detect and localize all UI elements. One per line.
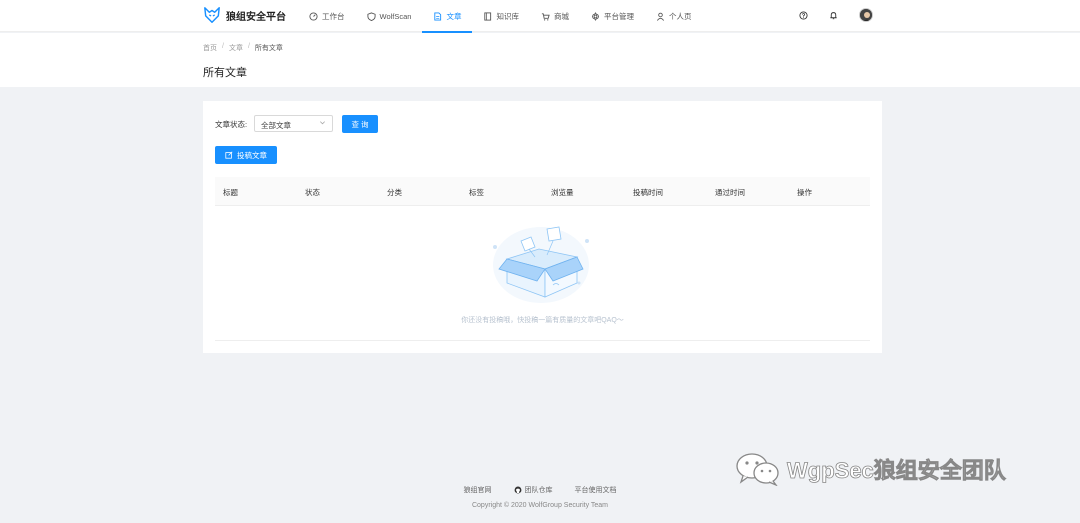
footer-link-label: 平台使用文档 — [574, 487, 617, 494]
nav-item-label: WolfScan — [379, 11, 412, 21]
nav-item-label: 文章 — [446, 11, 462, 21]
bell-icon — [826, 8, 840, 22]
nav-item-profile[interactable]: 个人页 — [645, 0, 703, 32]
column-header-title: 标题 — [223, 188, 238, 197]
breadcrumb-separator: / — [247, 43, 250, 50]
footer-link-label: 狼组官网 — [463, 487, 492, 494]
main-nav: 工作台 WolfScan 文章 知识库 商城 平台管理 个人页 — [298, 0, 703, 33]
column-header-category: 分类 — [387, 188, 402, 197]
brand-name: 狼组安全平台 — [226, 11, 286, 23]
wechat-icon — [736, 453, 779, 486]
column-header-submit-time: 投稿时间 — [633, 188, 663, 197]
breadcrumb-separator: / — [222, 43, 224, 50]
nav-item-articles[interactable]: 文章 — [422, 0, 473, 33]
column-header-status: 状态 — [305, 188, 320, 197]
nav-item-dashboard[interactable]: 工作台 — [298, 0, 356, 32]
breadcrumb-current: 所有文章 — [254, 45, 283, 52]
avatar[interactable] — [859, 8, 873, 22]
status-select[interactable]: 全部文章 — [254, 115, 333, 132]
footer-link-label: 团队仓库 — [524, 487, 553, 494]
column-header-tags: 标签 — [469, 188, 484, 197]
help-button[interactable] — [796, 8, 810, 22]
empty-box-illustration — [493, 226, 589, 303]
page-header: 首页 / 文章 / 所有文章 所有文章 — [0, 33, 1080, 87]
status-filter-label: 文章状态: — [215, 120, 248, 129]
footer-links: 狼组官网 团队仓库 平台使用文档 — [0, 485, 1080, 495]
nav-item-label: 知识库 — [496, 11, 519, 21]
notifications-button[interactable] — [826, 8, 840, 22]
breadcrumb-section[interactable]: 文章 — [229, 43, 243, 53]
nav-item-label: 个人页 — [668, 11, 692, 21]
table-header: 标题 状态 分类 标签 浏览量 投稿时间 通过时间 操作 — [215, 177, 870, 206]
nav-item-knowledge[interactable]: 知识库 — [472, 0, 530, 32]
brand-logo[interactable]: 狼组安全平台 — [203, 6, 286, 24]
breadcrumb: 首页 / 文章 / 所有文章 — [203, 43, 283, 53]
book-icon — [484, 11, 492, 21]
help-icon — [796, 8, 810, 22]
shield-icon — [366, 11, 376, 21]
empty-state-text: 你还没有投稿哦，快投稿一篇有质量的文章吧QAQ～ — [461, 317, 624, 324]
query-button-label: 查 询 — [351, 119, 369, 129]
cart-icon — [541, 12, 550, 20]
table-empty-state: 你还没有投稿哦，快投稿一篇有质量的文章吧QAQ～ — [215, 207, 870, 341]
edit-icon — [225, 151, 233, 159]
wolf-logo-icon — [204, 7, 220, 23]
nav-item-label: 工作台 — [322, 11, 345, 21]
submit-article-button[interactable]: 投稿文章 — [215, 146, 277, 164]
column-header-approve-time: 通过时间 — [715, 188, 745, 197]
footer-link-team-repo[interactable]: 团队仓库 — [514, 485, 553, 495]
nav-item-shop[interactable]: 商城 — [530, 0, 580, 32]
footer-link-official-site[interactable]: 狼组官网 — [464, 485, 492, 495]
copyright: Copyright © 2020 WolfGroup Security Team — [471, 502, 609, 509]
nav-item-wolfscan[interactable]: WolfScan — [356, 0, 423, 32]
settings-icon — [591, 11, 600, 21]
status-select-value: 全部文章 — [261, 121, 291, 130]
page-title: 所有文章 — [203, 67, 247, 79]
chevron-down-icon — [319, 119, 326, 128]
breadcrumb-home[interactable]: 首页 — [203, 43, 217, 53]
articles-card: 文章状态: 全部文章 查 询 投稿文章 标题 状态 分类 标签 浏览量 投稿时间… — [203, 101, 882, 353]
query-button[interactable]: 查 询 — [342, 115, 378, 133]
user-icon — [656, 12, 664, 21]
nav-item-label: 商城 — [553, 11, 569, 21]
column-header-actions: 操作 — [797, 188, 812, 197]
nav-item-admin[interactable]: 平台管理 — [580, 0, 645, 32]
watermark-text: WgpSec狼组安全团队 — [787, 458, 1007, 484]
footer-link-docs[interactable]: 平台使用文档 — [575, 485, 617, 495]
column-header-views: 浏览量 — [551, 188, 574, 197]
document-icon — [434, 11, 442, 21]
watermark: WgpSec狼组安全团队 — [735, 452, 1006, 486]
dashboard-icon — [309, 11, 318, 21]
top-navbar: 狼组安全平台 工作台 WolfScan 文章 知识库 商城 平台管理 个人页 — [0, 0, 1080, 33]
submit-article-label: 投稿文章 — [237, 150, 267, 160]
github-icon — [514, 486, 521, 494]
nav-item-label: 平台管理 — [603, 11, 634, 21]
